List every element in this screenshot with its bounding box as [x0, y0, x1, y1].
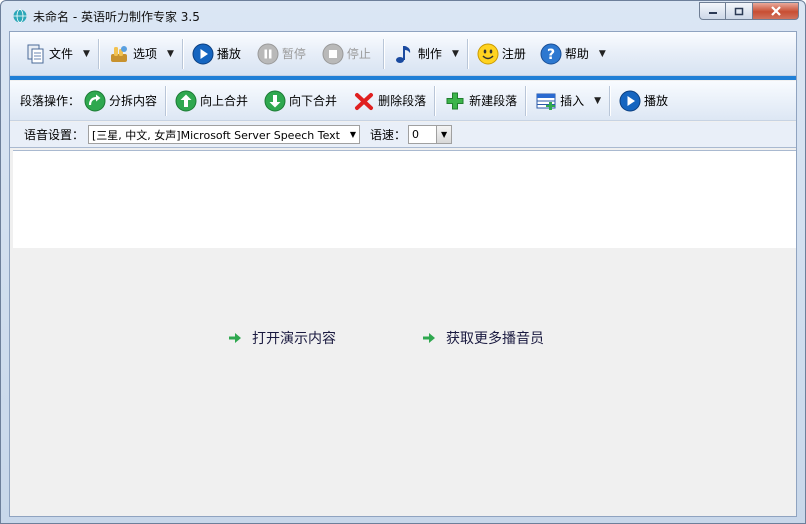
delete-label: 删除段落	[378, 94, 427, 108]
chevron-down-icon[interactable]: ▼	[436, 126, 452, 143]
chevron-down-icon: ▼	[598, 48, 606, 59]
options-menu-button[interactable]: 选项 ▼	[104, 39, 178, 69]
minimize-icon	[708, 12, 717, 14]
smiley-icon	[477, 43, 499, 64]
pause-label: 暂停	[281, 47, 306, 61]
register-label: 注册	[501, 47, 526, 61]
split-label: 分拆内容	[109, 94, 158, 108]
new-paragraph-label: 新建段落	[469, 94, 518, 108]
maximize-button[interactable]	[726, 2, 753, 20]
speed-select[interactable]: 0 ▼	[408, 125, 453, 144]
main-toolbar: 文件 ▼ 选项 ▼ 播放 暂停 停止 制作 ▼ 注册 ? 帮助 ▼	[10, 32, 796, 76]
toolbar-separator	[466, 38, 469, 69]
merge-down-label: 向下合并	[289, 94, 338, 108]
document-icon	[27, 44, 44, 63]
more-voices-link[interactable]: 获取更多播音员	[422, 328, 544, 348]
toolbar-separator	[525, 85, 528, 116]
globe-icon	[13, 9, 27, 23]
more-voices-text: 获取更多播音员	[446, 331, 544, 347]
paragraph-toolbar: 段落操作： 分拆内容 向上合并 向下合并 删除段落 新建段落 插入 ▼ 播放	[10, 81, 796, 121]
file-label: 文件	[49, 47, 74, 61]
client-area: 文件 ▼ 选项 ▼ 播放 暂停 停止 制作 ▼ 注册 ? 帮助 ▼ 段落操作： …	[9, 31, 797, 517]
stop-icon	[322, 43, 344, 64]
paragraph-ops-label: 段落操作：	[20, 94, 81, 108]
play-label: 播放	[216, 47, 241, 61]
delete-x-icon	[355, 92, 374, 110]
app-window: 未命名 - 英语听力制作专家 3.5 文件 ▼ 选项 ▼ 播放 暂停 停止 制作…	[0, 0, 806, 524]
text-editor[interactable]	[13, 150, 796, 250]
play-icon	[192, 43, 214, 64]
open-demo-link[interactable]: 打开演示内容	[228, 328, 336, 348]
chevron-down-icon: ▼	[83, 48, 90, 59]
title-bar[interactable]: 未命名 - 英语听力制作专家 3.5	[1, 1, 805, 31]
file-menu-button[interactable]: 文件 ▼	[20, 39, 94, 69]
toolbar-separator	[434, 85, 437, 116]
split-content-button[interactable]: 分拆内容	[80, 86, 161, 116]
window-controls	[699, 2, 799, 20]
toolbar-separator	[181, 38, 184, 69]
play-button[interactable]: 播放	[188, 39, 245, 69]
insert-menu-button[interactable]: 插入 ▼	[531, 86, 605, 116]
chevron-down-icon: ▼	[594, 95, 602, 106]
close-icon	[770, 6, 781, 16]
play-icon	[619, 90, 641, 111]
minimize-button[interactable]	[699, 2, 726, 20]
toolbar-separator	[382, 38, 385, 69]
svg-text:?: ?	[547, 47, 555, 63]
curved-arrow-icon	[84, 90, 106, 111]
insert-table-icon	[536, 93, 556, 110]
merge-down-button[interactable]: 向下合并	[260, 86, 341, 116]
chevron-down-icon: ▼	[166, 48, 174, 59]
help-menu-button[interactable]: ? 帮助 ▼	[536, 39, 610, 69]
options-hand-icon	[110, 45, 127, 62]
arrow-right-icon	[423, 333, 435, 343]
paragraph-play-button[interactable]: 播放	[615, 86, 672, 116]
voice-settings-label: 语音设置：	[24, 128, 85, 142]
merge-up-label: 向上合并	[200, 94, 249, 108]
chevron-down-icon: ▼	[451, 48, 459, 59]
pause-button[interactable]: 暂停	[253, 39, 310, 69]
register-button[interactable]: 注册	[473, 39, 530, 69]
start-panel: 打开演示内容 获取更多播音员	[10, 248, 796, 516]
voice-settings-bar: 语音设置： [三星, 中文, 女声]Microsoft Server Speec…	[10, 122, 796, 148]
pause-icon	[257, 43, 279, 64]
speed-value: 0	[412, 128, 420, 141]
new-paragraph-button[interactable]: 新建段落	[440, 86, 521, 116]
arrow-right-icon	[229, 333, 241, 343]
insert-label: 插入	[560, 94, 585, 108]
options-label: 选项	[132, 47, 157, 61]
delete-paragraph-button[interactable]: 删除段落	[349, 86, 430, 116]
merge-up-button[interactable]: 向上合并	[171, 86, 252, 116]
close-button[interactable]	[753, 2, 799, 20]
arrow-up-icon	[175, 90, 197, 111]
speed-label: 语速：	[370, 128, 407, 142]
toolbar-separator	[97, 38, 100, 69]
accent-divider	[10, 76, 796, 80]
music-note-icon	[395, 45, 411, 63]
make-menu-button[interactable]: 制作 ▼	[389, 39, 463, 69]
help-icon: ?	[540, 43, 562, 64]
stop-button[interactable]: 停止	[318, 39, 375, 69]
plus-icon	[446, 92, 464, 109]
paragraph-play-label: 播放	[644, 94, 669, 108]
open-demo-text: 打开演示内容	[252, 331, 336, 347]
toolbar-separator	[609, 85, 612, 116]
window-title: 未命名 - 英语听力制作专家 3.5	[33, 10, 200, 24]
make-label: 制作	[417, 47, 442, 61]
stop-label: 停止	[346, 47, 371, 61]
voice-select-value: [三星, 中文, 女声]Microsoft Server Speech Text…	[92, 128, 343, 142]
voice-select[interactable]: [三星, 中文, 女声]Microsoft Server Speech Text…	[88, 125, 361, 144]
arrow-down-icon	[264, 90, 286, 111]
toolbar-separator	[165, 85, 168, 116]
help-label: 帮助	[564, 47, 589, 61]
maximize-icon	[734, 7, 744, 15]
chevron-down-icon: ▼	[349, 130, 357, 139]
